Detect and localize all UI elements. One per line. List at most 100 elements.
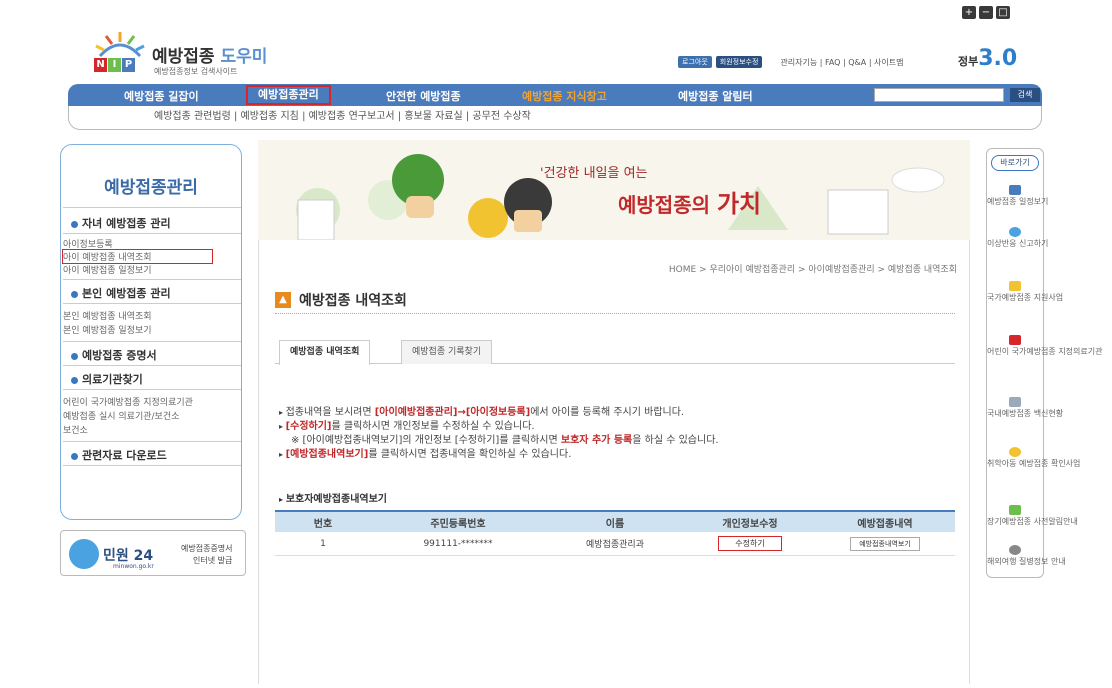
table-row: 1 991111-******* 예방접종관리과 수정하기 예방접종내역보기 [275,532,955,556]
minwon-logo-icon [69,539,99,569]
column-header: 주민등록번호 [430,518,486,530]
logout-button[interactable]: 로그아웃 [678,56,712,68]
cell-rrn: 991111-******* [423,538,493,549]
plus-icon[interactable]: + [962,6,976,19]
nav-item-knowledge[interactable]: 예방접종 지식창고 [522,88,607,104]
divider [63,303,241,304]
quick-item[interactable]: 국가예방접종 지원사업 [987,281,1063,302]
quick-item-label: 어린이 국가예방접종 지정의료기관 [987,347,1103,356]
nav-item-notice[interactable]: 예방접종 알림터 [678,88,753,104]
cell-history: 예방접종내역보기 [815,532,955,555]
table-title: 보호자예방접종내역보기 [279,490,387,505]
utility-links[interactable]: 관리자기능 | FAQ | Q&A | 사이트맵 [780,57,903,68]
quick-item-label: 예방접종 일정보기 [987,197,1049,206]
document-icon [1009,281,1021,291]
note-highlight: [아이예방접종관리]→[아이정보등록] [374,407,531,418]
column-header: 이름 [605,518,625,530]
page-title-text: 예방접종 내역조회 [299,293,407,309]
minwon-name: 민원 24 [103,548,154,564]
sidebar-item-clinic-designated[interactable]: 어린이 국가예방접종 지정의료기관 [63,395,193,408]
search-input[interactable] [874,88,1004,102]
minwon-desc: 예방접종증명서 [181,544,233,553]
divider [63,465,241,466]
divider [63,441,241,442]
logo-title: 예방접종 도우미 [152,42,267,67]
member-edit-button[interactable]: 회원정보수정 [715,56,763,68]
divider [63,279,241,280]
note-highlight: [수정하기] [285,421,332,432]
sub-nav[interactable]: 예방접종 관련법령 | 예방접종 지침 | 예방접종 연구보고서 | 홍보물 자… [68,106,1042,130]
sidebar-title: 예방접종관리 [104,178,198,198]
banner-headline-b: 가치 [716,190,762,218]
quick-item-label: 이상반응 신고하기 [987,239,1049,248]
view-history-button[interactable]: 예방접종내역보기 [850,536,920,551]
sidebar-section-child[interactable]: 자녀 예방접종 관리 [71,215,171,231]
sidebar-section-download[interactable]: 관련자료 다운로드 [71,447,167,463]
sidebar-item-clinic-health-center[interactable]: 보건소 [63,423,88,436]
quick-item-label: 국가예방접종 지원사업 [987,293,1064,302]
utility-bar: 로그아웃 회원정보수정 관리자기능 | FAQ | Q&A | 사이트맵 [678,56,904,68]
nip-letter: P [122,58,135,72]
report-icon [1009,227,1021,237]
quick-item[interactable]: 취학아동 예방접종 확인사업 [987,447,1080,468]
vaccination-table: 번호 주민등록번호 이름 개인정보수정 예방접종내역 1 991111-****… [275,510,955,556]
tab-record-search[interactable]: 예방접종 기록찾기 [401,340,493,364]
search-button[interactable]: 검색 [1010,88,1040,102]
calendar-icon [1009,185,1021,195]
nav-item-management[interactable]: 예방접종관리 [246,85,331,105]
sidebar-section-clinic[interactable]: 의료기관찾기 [71,371,143,387]
sidebar-item-child-schedule[interactable]: 아이 예방접종 일정보기 [63,263,152,276]
quick-item-label: 국내예방접종 백신현황 [987,409,1064,418]
note-line: [예방접종내역보기]를 클릭하시면 접종내역을 확인하실 수 있습니다. [279,448,959,462]
divider [63,233,241,234]
main-nav: 예방접종 길잡이 예방접종관리 안전한 예방접종 예방접종 지식창고 예방접종 … [68,84,1042,106]
quick-item[interactable]: 이상반응 신고하기 [987,227,1048,248]
sidebar-item-self-history[interactable]: 본인 예방접종 내역조회 [63,309,152,322]
nip-letter: N [94,58,107,72]
edit-button[interactable]: 수정하기 [718,536,782,551]
gov-prefix: 정부 [958,55,979,68]
banner-tagline: '건강한 내일을 여는 [540,166,648,181]
quick-links-title: 바로가기 [991,155,1039,171]
left-sidebar: 예방접종관리 자녀 예방접종 관리 아이정보등록 아이 예방접종 내역조회 아이… [60,144,242,520]
note-highlight: 보호자 추가 등록 [560,435,633,446]
note-text: 접종내역을 보시려면 [285,407,375,418]
quick-item[interactable]: 예방접종 일정보기 [987,185,1048,206]
hospital-icon [1009,335,1021,345]
breadcrumb[interactable]: HOME > 우리아이 예방접종관리 > 아이예방접종관리 > 예방접종 내역조… [669,262,957,275]
main-content: HOME > 우리아이 예방접종관리 > 아이예방접종관리 > 예방접종 내역조… [258,240,970,684]
quick-item[interactable]: 국내예방접종 백신현황 [987,397,1063,418]
quick-links: 바로가기 예방접종 일정보기 이상반응 신고하기 국가예방접종 지원사업 어린이… [986,148,1103,578]
nav-item-guide[interactable]: 예방접종 길잡이 [124,88,199,104]
sidebar-section-self[interactable]: 본인 예방접종 관리 [71,285,171,301]
cell-edit: 수정하기 [685,532,815,555]
tab-history[interactable]: 예방접종 내역조회 [279,340,371,365]
page-title-icon: ▲ [275,292,291,308]
minus-icon[interactable]: − [979,6,993,19]
sidebar-item-clinic-public[interactable]: 예방접종 실시 의료기관/보건소 [63,409,179,422]
logo-subtitle: 예방접종정보 검색사이트 [154,67,238,76]
site-logo[interactable]: N I P 예방접종 도우미 예방접종정보 검색사이트 [92,28,282,78]
quick-item-label: 취학아동 예방접종 확인사업 [987,459,1081,468]
speaker-icon [1009,505,1021,515]
sidebar-item-child-history[interactable]: 아이 예방접종 내역조회 [62,249,213,264]
nav-item-safety[interactable]: 안전한 예방접종 [386,88,461,104]
quick-item[interactable]: 어린이 국가예방접종 지정의료기관 [987,335,1103,356]
quick-item[interactable]: 해외여행 질병정보 안내 [987,545,1066,566]
minwon24-banner[interactable]: 민원 24 minwon.go.kr 예방접종증명서 인터넷 발급 [60,530,246,576]
note-text: ※ [아이예방접종내역보기]의 개인정보 [수정하기]를 클릭하시면 [291,435,561,446]
quick-item[interactable]: 장기예방접종 사전알림안내 [987,505,1078,526]
divider [63,389,241,390]
logo-title-main: 예방접종 [152,47,215,67]
divider [63,365,241,366]
sidebar-section-certificate[interactable]: 예방접종 증명서 [71,347,157,363]
quick-item-label: 해외여행 질병정보 안내 [987,557,1066,566]
restore-icon[interactable]: □ [996,6,1010,19]
sidebar-item-self-schedule[interactable]: 본인 예방접종 일정보기 [63,323,152,336]
cell-no: 1 [320,538,326,549]
minwon-desc: 인터넷 발급 [193,556,233,565]
banner-illustration [258,140,970,240]
note-highlight: [예방접종내역보기] [285,449,369,460]
note-text: 을 하실 수 있습니다. [632,435,719,446]
tab-bar: 예방접종 내역조회 예방접종 기록찾기 [275,340,955,365]
